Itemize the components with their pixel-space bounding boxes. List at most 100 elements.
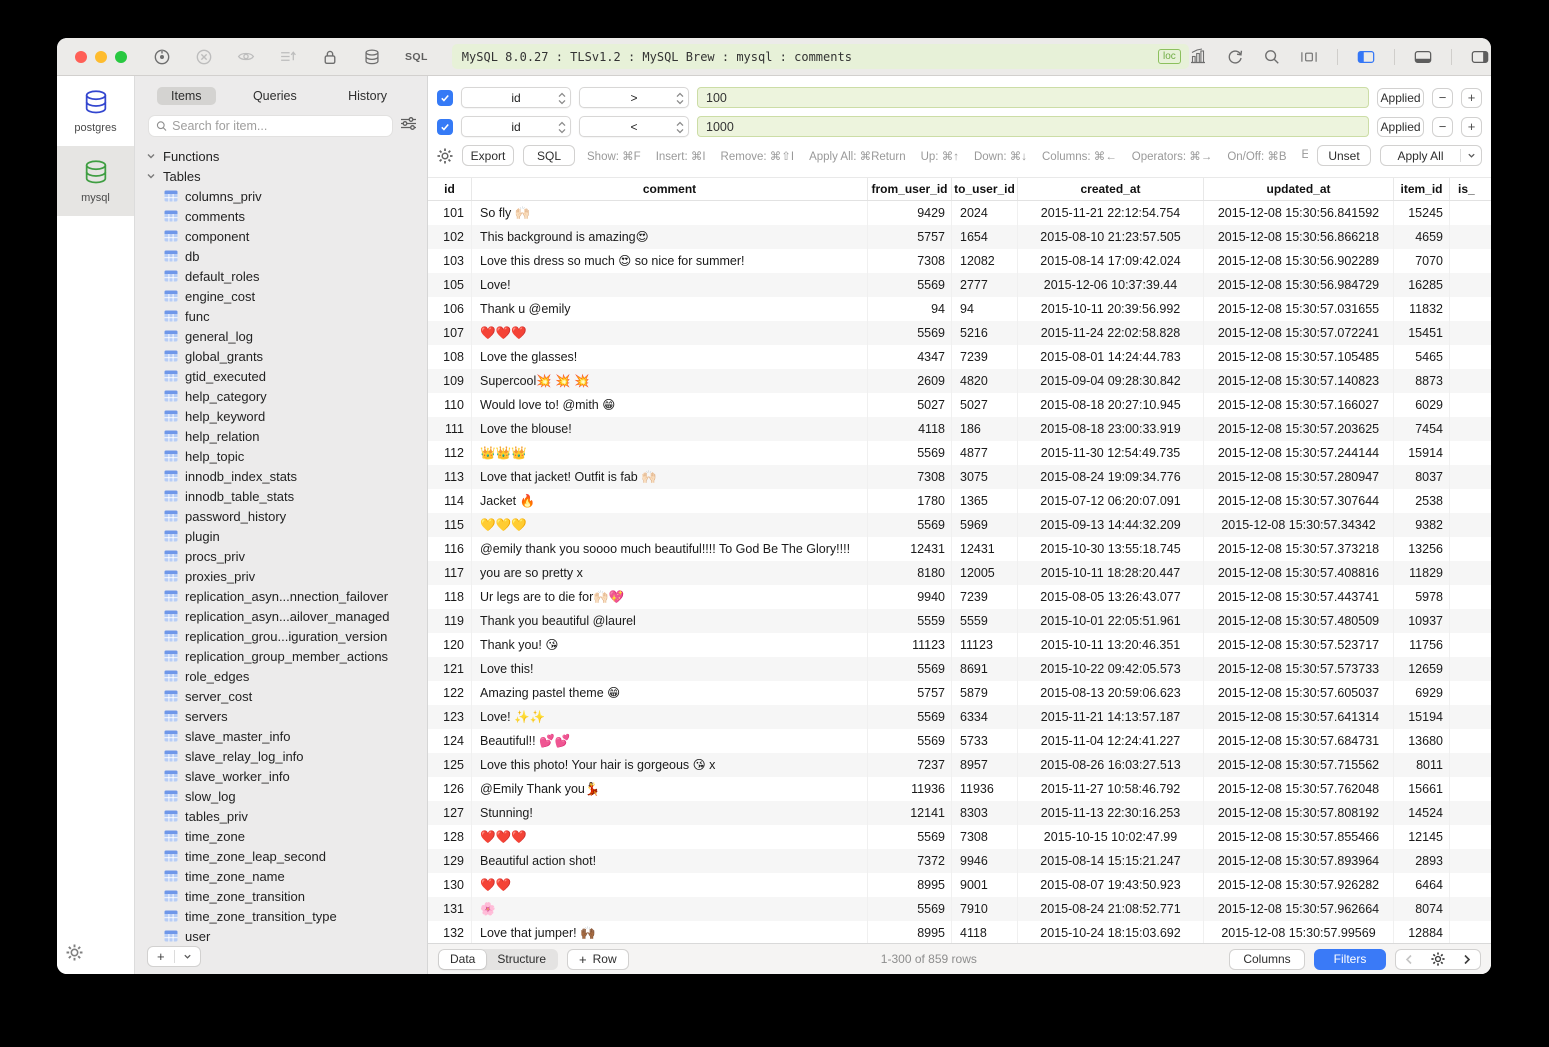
table-cell[interactable]: 4877 xyxy=(952,441,1018,465)
table-cell[interactable]: 5027 xyxy=(868,393,952,417)
filter-value-input[interactable] xyxy=(697,87,1369,108)
table-cell[interactable]: 2015-08-07 19:43:50.923 xyxy=(1018,873,1204,897)
sidebar-table-item[interactable]: slave_relay_log_info xyxy=(135,746,427,766)
table-cell[interactable]: 2015-08-10 21:23:57.505 xyxy=(1018,225,1204,249)
table-cell[interactable]: 7239 xyxy=(952,585,1018,609)
table-cell[interactable]: Would love to! @mith 😁 xyxy=(472,393,868,417)
table-cell[interactable]: 5569 xyxy=(868,897,952,921)
table-cell[interactable]: 128 xyxy=(428,825,472,849)
table-cell[interactable]: 8303 xyxy=(952,801,1018,825)
table-cell[interactable]: 2015-12-08 15:30:57.203625 xyxy=(1204,417,1394,441)
table-cell[interactable]: 122 xyxy=(428,681,472,705)
sidebar-table-item[interactable]: gtid_executed xyxy=(135,366,427,386)
table-cell[interactable]: 2015-12-08 15:30:57.808192 xyxy=(1204,801,1394,825)
table-cell[interactable]: 8957 xyxy=(952,753,1018,777)
table-cell[interactable]: 1654 xyxy=(952,225,1018,249)
table-cell[interactable]: Beautiful!! 💕💕 xyxy=(472,729,868,753)
table-cell[interactable]: 13256 xyxy=(1394,537,1450,561)
table-cell[interactable]: 131 xyxy=(428,897,472,921)
table-cell[interactable]: 7308 xyxy=(952,825,1018,849)
table-cell[interactable]: Love! xyxy=(472,273,868,297)
applied-button[interactable]: Applied xyxy=(1377,117,1424,137)
sidebar-table-item[interactable]: innodb_table_stats xyxy=(135,486,427,506)
table-cell[interactable]: 2015-10-11 18:28:20.447 xyxy=(1018,561,1204,585)
table-cell[interactable]: 5733 xyxy=(952,729,1018,753)
table-cell[interactable]: 15245 xyxy=(1394,201,1450,225)
search-input[interactable] xyxy=(172,119,385,133)
table-cell[interactable]: So fly 🙌🏻 xyxy=(472,201,868,225)
connection-mysql[interactable]: mysql xyxy=(57,146,134,216)
table-cell[interactable]: 2015-10-11 20:39:56.992 xyxy=(1018,297,1204,321)
table-cell[interactable]: 14524 xyxy=(1394,801,1450,825)
add-row-button[interactable]: + Row xyxy=(567,949,629,970)
sidebar-table-item[interactable]: help_topic xyxy=(135,446,427,466)
table-cell[interactable]: 7308 xyxy=(868,465,952,489)
table-cell[interactable] xyxy=(1450,537,1491,561)
table-cell[interactable]: 2015-12-08 15:30:56.841592 xyxy=(1204,201,1394,225)
filter-gear-icon[interactable] xyxy=(437,148,453,164)
sidebar-table-item[interactable]: help_keyword xyxy=(135,406,427,426)
table-cell[interactable] xyxy=(1450,657,1491,681)
table-cell[interactable]: @Emily Thank you💃 xyxy=(472,777,868,801)
sidebar-table-item[interactable]: comments xyxy=(135,206,427,226)
table-cell[interactable]: 12145 xyxy=(1394,825,1450,849)
table-cell[interactable]: 16285 xyxy=(1394,273,1450,297)
export-button[interactable]: Export xyxy=(462,145,514,166)
table-cell[interactable]: 107 xyxy=(428,321,472,345)
sidebar-table-item[interactable]: replication_grou...iguration_version xyxy=(135,626,427,646)
table-cell[interactable]: 5569 xyxy=(868,729,952,753)
tab-queries[interactable]: Queries xyxy=(239,87,311,105)
connection-postgres[interactable]: postgres xyxy=(57,76,134,146)
table-cell[interactable]: 2015-12-08 15:30:57.573733 xyxy=(1204,657,1394,681)
table-cell[interactable]: @emily thank you soooo much beautiful!!!… xyxy=(472,537,868,561)
table-cell[interactable]: 2015-12-08 15:30:57.166027 xyxy=(1204,393,1394,417)
tree-section-tables[interactable]: Tables xyxy=(135,166,427,186)
sidebar-table-item[interactable]: slave_worker_info xyxy=(135,766,427,786)
table-cell[interactable]: ❤️❤️ xyxy=(472,873,868,897)
table-cell[interactable]: 2015-12-08 15:30:57.99569 xyxy=(1204,921,1394,943)
table-cell[interactable]: 7910 xyxy=(952,897,1018,921)
sidebar-table-item[interactable]: func xyxy=(135,306,427,326)
table-cell[interactable]: 💛💛💛 xyxy=(472,513,868,537)
table-cell[interactable]: 7239 xyxy=(952,345,1018,369)
table-cell[interactable]: 2015-10-01 22:05:51.961 xyxy=(1018,609,1204,633)
table-cell[interactable]: 12431 xyxy=(952,537,1018,561)
table-cell[interactable]: 11123 xyxy=(952,633,1018,657)
sidebar-table-item[interactable]: innodb_index_stats xyxy=(135,466,427,486)
tab-structure[interactable]: Structure xyxy=(486,950,557,969)
sidebar-table-item[interactable]: help_relation xyxy=(135,426,427,446)
add-filter-button[interactable]: + xyxy=(1461,117,1482,137)
tree-section-functions[interactable]: Functions xyxy=(135,146,427,166)
toggle-right-panel-icon[interactable] xyxy=(1471,48,1489,66)
table-cell[interactable]: 4118 xyxy=(868,417,952,441)
table-cell[interactable]: 2015-12-08 15:30:57.523717 xyxy=(1204,633,1394,657)
table-cell[interactable]: 7237 xyxy=(868,753,952,777)
sidebar-table-item[interactable]: password_history xyxy=(135,506,427,526)
database-icon[interactable] xyxy=(363,48,381,66)
table-cell[interactable]: 118 xyxy=(428,585,472,609)
table-cell[interactable]: 1780 xyxy=(868,489,952,513)
table-cell[interactable]: 6334 xyxy=(952,705,1018,729)
table-cell[interactable] xyxy=(1450,633,1491,657)
table-cell[interactable]: 2015-07-12 06:20:07.091 xyxy=(1018,489,1204,513)
table-cell[interactable]: 2015-12-08 15:30:57.373218 xyxy=(1204,537,1394,561)
column-header-created-at[interactable]: created_at xyxy=(1018,178,1204,200)
columns-button[interactable]: Columns xyxy=(1229,949,1305,970)
table-cell[interactable]: 2015-09-13 14:44:32.209 xyxy=(1018,513,1204,537)
unset-button[interactable]: Unset xyxy=(1317,145,1371,166)
table-cell[interactable]: 111 xyxy=(428,417,472,441)
zoom-window-button[interactable] xyxy=(115,51,127,63)
table-cell[interactable]: 2015-12-08 15:30:57.34342 xyxy=(1204,513,1394,537)
table-cell[interactable]: 5879 xyxy=(952,681,1018,705)
table-cell[interactable]: 2015-08-13 20:59:06.623 xyxy=(1018,681,1204,705)
prev-page-chevron-icon[interactable] xyxy=(1396,954,1422,965)
table-cell[interactable]: 12659 xyxy=(1394,657,1450,681)
table-cell[interactable]: 7308 xyxy=(868,249,952,273)
table-cell[interactable]: 5559 xyxy=(952,609,1018,633)
table-cell[interactable] xyxy=(1450,729,1491,753)
table-cell[interactable] xyxy=(1450,585,1491,609)
table-cell[interactable]: 12141 xyxy=(868,801,952,825)
table-cell[interactable]: 2015-10-11 13:20:46.351 xyxy=(1018,633,1204,657)
connect-icon[interactable] xyxy=(153,48,171,66)
add-item-plus[interactable]: + xyxy=(148,949,174,964)
